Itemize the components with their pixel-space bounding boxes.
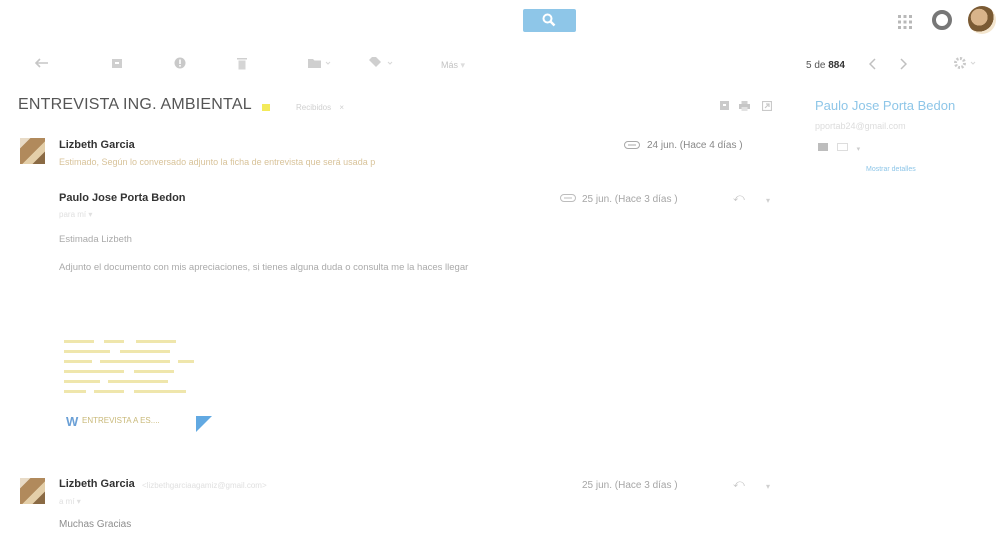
message-sender[interactable]: Lizbeth Garcia [59,139,135,151]
more-actions-icon[interactable]: ▾ [766,196,770,205]
attachment-clip-icon [624,141,640,152]
thread-subject: ENTREVISTA ING. AMBIENTAL [18,96,252,113]
contact-actions: ▾ [818,143,860,154]
account-avatar[interactable] [968,6,996,34]
newer-button[interactable] [869,58,877,76]
settings-gear-icon[interactable] [953,56,979,74]
attachment-corner-icon [196,416,212,432]
apps-grid-icon[interactable] [897,14,913,30]
chat-icon[interactable] [836,143,848,151]
chevron-down-icon[interactable]: ▾ [857,146,861,153]
attachment-clip-icon [560,194,576,205]
recipient-label: para mí [59,210,87,219]
move-to-folder-icon[interactable] [308,57,332,75]
remove-label-icon[interactable]: × [339,103,344,112]
search-button[interactable] [523,9,576,32]
message-body: Muchas Gracias [59,519,132,530]
inbox-label-text: Recibidos [296,103,332,112]
sender-avatar [20,138,45,164]
message-body: Adjunto el documento con mis apreciacion… [59,262,469,273]
sender-avatar [20,478,45,504]
message-date: 25 jun. (Hace 3 días ) [582,194,678,205]
chevron-down-icon: ▾ [88,210,93,219]
labels-icon[interactable] [369,57,395,75]
more-menu[interactable]: Más ▾ [441,60,465,71]
message-sender[interactable]: Paulo Jose Porta Bedon [59,192,186,204]
recipient-summary[interactable]: a mí ▾ [59,497,81,506]
chevron-left-icon [869,58,876,70]
email-contact-icon[interactable] [818,143,828,151]
recipient-label: a mí [59,497,75,506]
chevron-down-icon: ▾ [460,60,466,70]
word-document-icon: W [66,414,79,429]
message-date: 25 jun. (Hace 3 días ) [582,480,678,491]
recipient-summary[interactable]: para mí ▾ [59,210,92,219]
search-icon [542,13,556,27]
more-label: Más [441,60,459,70]
attachment-thumbnail[interactable] [64,336,200,406]
archive-icon[interactable] [111,57,123,75]
contact-name[interactable]: Paulo Jose Porta Bedon [815,98,955,113]
sender-email: <lizbethgarciaagamiz@gmail.com> [142,481,267,490]
message-snippet[interactable]: Estimado, Según lo conversado adjunto la… [59,157,375,167]
reply-icon[interactable]: ⤺ [733,192,745,205]
archive-thread-icon[interactable] [720,101,729,113]
message-date: 24 jun. (Hace 4 días ) [647,140,743,151]
report-spam-icon[interactable] [174,57,186,75]
more-actions-icon[interactable]: ▾ [766,482,770,491]
notifications-icon[interactable] [932,10,952,30]
back-icon[interactable] [35,57,49,75]
counter-total: 884 [828,60,845,71]
counter-current: 5 de [806,60,826,71]
print-icon[interactable] [739,101,750,114]
show-details-link[interactable]: Mostrar detalles [866,166,916,173]
chevron-down-icon: ▾ [76,497,81,506]
open-new-window-icon[interactable] [761,100,773,114]
message-sender[interactable]: Lizbeth Garcia [59,478,135,490]
delete-icon[interactable] [237,57,247,75]
reply-icon[interactable]: ⤺ [733,478,745,491]
attachment-name[interactable]: ENTREVISTA A ES.... [82,416,160,425]
message-greeting: Estimada Lizbeth [59,234,132,245]
label-marker-icon [262,104,270,111]
chevron-right-icon [900,58,907,70]
older-button[interactable] [899,58,907,76]
inbox-label[interactable]: Recibidos × [296,103,344,112]
contact-email: pportab24@gmail.com [815,121,906,131]
message-counter: 5 de 884 [806,60,845,71]
